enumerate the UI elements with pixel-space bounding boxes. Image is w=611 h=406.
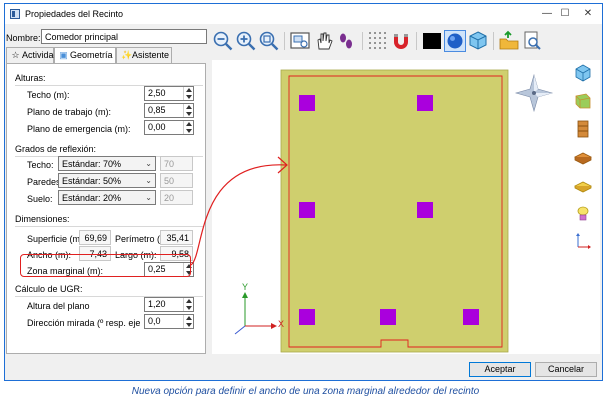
annotation-arrow <box>190 156 288 266</box>
cancel-button[interactable]: Cancelar <box>535 362 597 377</box>
figure-caption: Nueva opción para definir el ancho de un… <box>131 386 480 397</box>
lamp-icon[interactable] <box>574 204 592 222</box>
room-icon[interactable] <box>574 92 592 110</box>
dimension-icon[interactable] <box>574 232 592 250</box>
table-icon[interactable] <box>574 148 592 166</box>
accept-button[interactable]: Aceptar <box>469 362 531 377</box>
view-cube-icon[interactable] <box>574 64 592 82</box>
floor-icon[interactable] <box>574 176 592 194</box>
cabinet-icon[interactable] <box>574 120 592 138</box>
